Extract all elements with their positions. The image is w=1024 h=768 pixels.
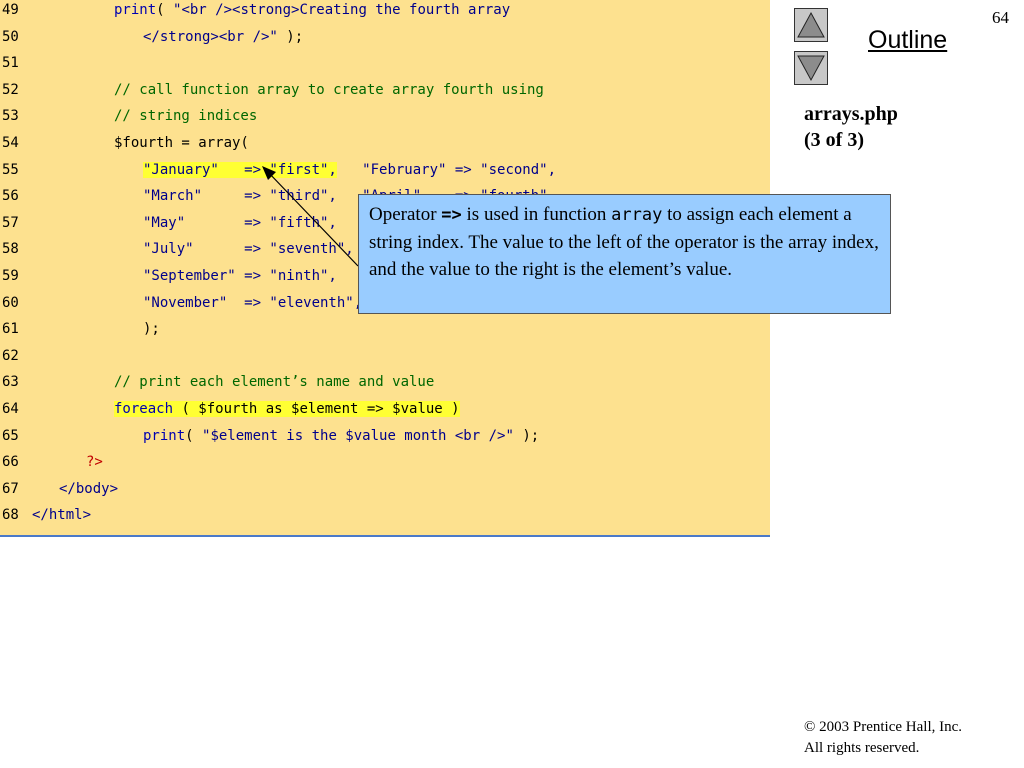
line-number: 57 [2,214,19,231]
next-slide-button[interactable] [794,51,828,85]
code-line: 54 $fourth = array( [0,133,770,160]
copyright-notice: © 2003 Prentice Hall, Inc. All rights re… [804,717,962,759]
code-line: 61); [0,319,770,346]
code-text: ); [143,319,160,339]
code-token: ); [277,28,304,45]
triangle-up-icon [797,11,825,38]
line-number: 52 [2,81,19,98]
file-title: arrays.php (3 of 3) [804,101,898,153]
code-token: "January" => "first", [143,161,337,178]
code-line: 53 // string indices [0,106,770,133]
code-text: // print each element’s name and value [114,372,434,392]
code-token: // call function array to create array f… [114,81,544,98]
code-line: 65 print( "$element is the $value month <… [0,426,770,453]
code-token: "$element is the $value month <br />" [202,427,514,444]
code-text: ?> [86,452,103,472]
code-token: // string indices [114,108,258,125]
code-token: "February" => "second", [336,161,557,178]
operator-callout: Operator => is used in function array to… [358,194,891,314]
code-token: print [143,427,186,444]
code-line: 51 [0,53,770,80]
line-number: 63 [2,374,19,391]
line-number: 50 [2,28,19,45]
line-number: 49 [2,2,19,18]
code-line: 52 // call function array to create array… [0,80,770,107]
line-number: 62 [2,347,19,364]
callout-operator: => [441,205,462,225]
code-token: </strong><br />" [143,28,278,45]
code-line: 67 </body> [0,479,770,506]
code-text: print( "$element is the $value month <br… [143,426,539,446]
code-token: </body> [59,480,119,497]
line-number: 53 [2,108,19,125]
previous-slide-button[interactable] [794,8,828,42]
callout-text-part1: Operator [369,204,442,225]
code-text: $fourth = array( [114,133,249,153]
code-token: ); [513,427,540,444]
code-line: 62 [0,346,770,373]
line-number: 68 [2,507,19,524]
line-number: 67 [2,480,19,497]
line-number: 64 [2,401,19,417]
page-number: 64 [992,8,1009,27]
line-number: 65 [2,427,19,444]
file-part: (3 of 3) [804,129,864,151]
triangle-down-icon [797,55,825,82]
line-number: 60 [2,294,19,311]
code-token: ( [156,2,174,18]
code-text: // string indices [114,106,257,126]
code-token: // print each element’s name and value [114,374,435,391]
code-token: ( [185,427,203,444]
copyright-line: © 2003 Prentice Hall, Inc. [804,719,963,735]
code-token: "<br /><strong>Creating the fourth array [173,2,511,18]
callout-function-name: array [611,205,663,225]
code-line: 68 </html> [0,505,770,532]
line-number: 54 [2,135,19,151]
line-number: 66 [2,454,19,471]
code-token: </html> [32,507,92,524]
code-line: 63 // print each element’s name and value [0,372,770,399]
code-line: 66 ?> [0,452,770,479]
code-line: 64 foreach ( $fourth as $element => $valu… [0,399,770,426]
code-token: ); [143,321,160,338]
code-text: print( "<br /><strong>Creating the fourt… [114,0,510,20]
line-number: 59 [2,268,19,284]
code-text: </strong><br />" ); [143,27,303,47]
outline-link[interactable]: Outline [868,26,947,55]
code-text: foreach ( $fourth as $element => $value … [114,399,460,419]
code-line: 55 "January" => "first", "February" => "s… [0,160,770,187]
line-number: 51 [2,55,19,72]
code-token: foreach [114,401,174,417]
rights-line: All rights reserved. [804,740,920,756]
code-line: 50 </strong><br />" ); [0,27,770,54]
line-number: 55 [2,161,19,178]
code-token: $fourth = array( [114,135,249,151]
code-text: // call function array to create array f… [114,80,544,100]
code-text: </html> [32,505,91,525]
file-name: arrays.php [804,103,898,125]
code-text: "January" => "first", "February" => "sec… [143,160,556,180]
code-token: print [114,2,157,18]
line-number: 58 [2,241,19,258]
line-number: 56 [2,188,19,205]
code-token: ( $fourth as $element => $value ) [173,401,460,417]
callout-text-part2: is used in function [461,204,612,225]
line-number: 61 [2,321,19,338]
code-text: </body> [59,479,118,499]
code-token: ?> [86,454,103,471]
code-line: 49 print( "<br /><strong>Creating the fou… [0,0,770,27]
